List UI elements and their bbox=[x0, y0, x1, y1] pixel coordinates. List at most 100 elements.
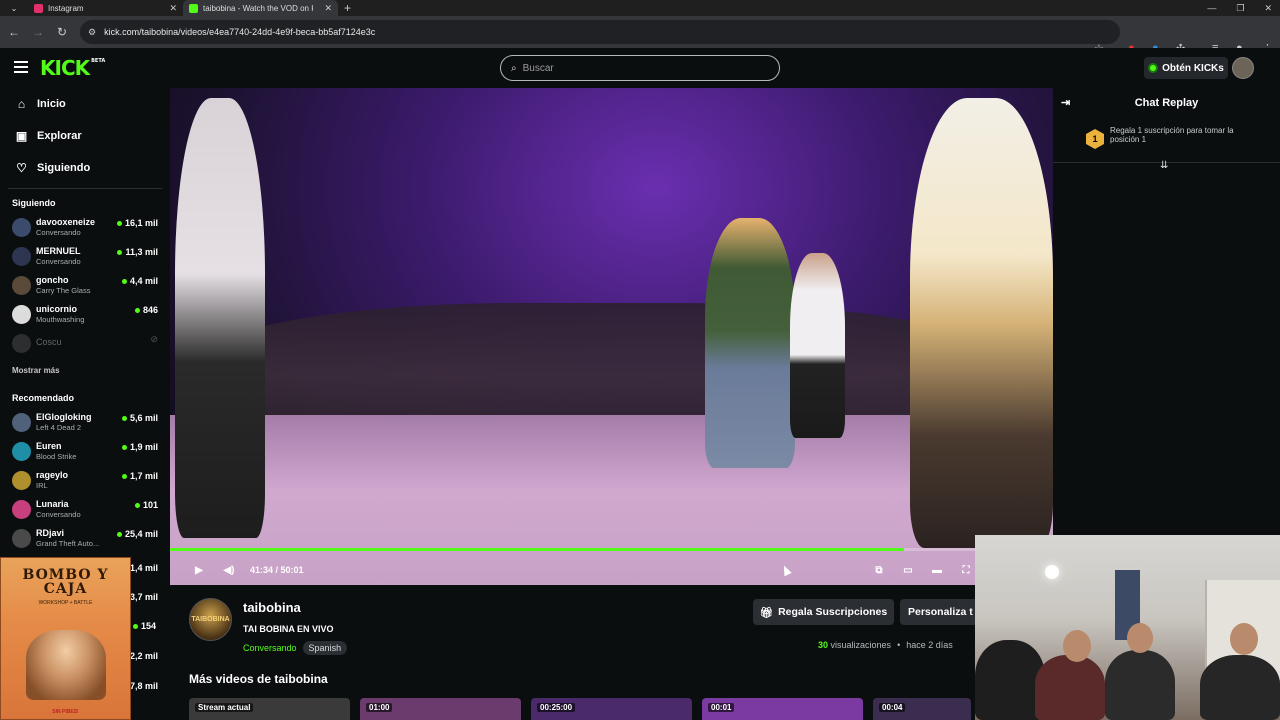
reload-icon[interactable]: ↻ bbox=[50, 25, 74, 39]
site-header: KICK BETA ⌕ Buscar Obtén KICKs bbox=[0, 48, 1280, 88]
close-icon[interactable]: ✕ bbox=[324, 3, 332, 14]
following-channel[interactable]: MERNUEL Conversando 11,3 mil bbox=[0, 242, 170, 271]
collapse-chat-icon[interactable]: ⇥ bbox=[1061, 96, 1070, 109]
tab-instagram[interactable]: Instagram ✕ bbox=[28, 0, 183, 16]
video-thumbnail[interactable]: Stream actual bbox=[189, 698, 350, 720]
webcam-face bbox=[1127, 623, 1153, 653]
show-more-link[interactable]: Mostrar más bbox=[0, 358, 170, 384]
video-thumbnail[interactable]: 00:04 bbox=[873, 698, 971, 720]
poster-title: BOMBO Y CAJA bbox=[22, 567, 109, 597]
viewer-count: 101 bbox=[134, 500, 158, 510]
close-icon[interactable]: ✕ bbox=[169, 3, 177, 14]
viewer-count: 11,3 mil bbox=[117, 247, 158, 257]
tab-search-button[interactable]: ⌄ bbox=[0, 4, 28, 13]
language-tag[interactable]: Spanish bbox=[302, 641, 348, 655]
recommended-channel[interactable]: Lunaria Conversando 101 bbox=[0, 495, 170, 524]
recommended-section-title: Recomendado bbox=[12, 393, 75, 403]
fullscreen-icon[interactable]: ⛶ bbox=[959, 563, 973, 577]
video-controls: ▶ ◀) 41:34 / 50:01 ⧉ ▭ ▬ ⛶ bbox=[170, 558, 1053, 582]
address-bar[interactable]: ⚙ kick.com/taibobina/videos/e4ea7740-24d… bbox=[80, 20, 1120, 44]
chat-panel: ⇥ Chat Replay 1 Regala 1 suscripción par… bbox=[1053, 88, 1280, 540]
volume-icon[interactable]: ◀) bbox=[222, 563, 236, 577]
home-icon: ⌂ bbox=[17, 97, 26, 111]
kicks-coin-icon bbox=[1148, 63, 1159, 73]
following-channel[interactable]: goncho Carry The Glass 4,4 mil bbox=[0, 271, 170, 300]
viewer-count: 1,7 mil bbox=[121, 471, 158, 481]
recommended-channel[interactable]: ElGlogloking Left 4 Dead 2 5,6 mil bbox=[0, 408, 170, 437]
thumbnail-label: 00:01 bbox=[708, 703, 735, 712]
user-avatar[interactable] bbox=[1232, 57, 1254, 79]
restore-icon[interactable]: ❐ bbox=[1236, 3, 1244, 14]
sidebar-item-explorar[interactable]: ▣ Explorar bbox=[0, 120, 170, 152]
avatar bbox=[12, 442, 31, 461]
chat-header: ⇥ Chat Replay bbox=[1053, 88, 1280, 118]
live-dot-icon bbox=[133, 623, 138, 629]
more-videos-title: Más videos de taibobina bbox=[189, 672, 328, 686]
video-thumbnail[interactable]: 00:01 bbox=[702, 698, 863, 720]
beta-badge: BETA bbox=[91, 58, 106, 64]
channel-meta: taibobina TAI BOBINA EN VIVO Conversando… bbox=[243, 600, 348, 655]
recommended-channel[interactable]: Euren Blood Strike 1,9 mil bbox=[0, 437, 170, 466]
viewer-count: 1,9 mil bbox=[121, 442, 158, 452]
sidebar-item-inicio[interactable]: ⌂ Inicio bbox=[0, 88, 170, 120]
poster-footer: SIN PIBES! bbox=[52, 709, 79, 715]
play-icon[interactable]: ▶ bbox=[192, 563, 206, 577]
following-channel-offline[interactable]: Coscu ⊘ bbox=[0, 329, 170, 358]
window-controls: — ❐ ✕ bbox=[1207, 0, 1272, 16]
viewer-count: 154 bbox=[133, 621, 156, 631]
site-info-icon[interactable]: ⚙ bbox=[88, 27, 96, 38]
stream-title: TAI BOBINA EN VIVO bbox=[243, 624, 334, 634]
webcam-overlay bbox=[975, 535, 1280, 720]
views-count: 30 bbox=[818, 640, 829, 650]
channel-category: IRL bbox=[36, 481, 48, 490]
clip-icon[interactable]: ⧉ bbox=[872, 563, 886, 577]
avatar bbox=[12, 218, 31, 237]
customize-label: Personaliza t bbox=[908, 606, 973, 618]
progress-fill bbox=[170, 548, 904, 551]
menu-icon[interactable] bbox=[14, 61, 28, 73]
new-tab-button[interactable]: + bbox=[338, 1, 357, 15]
video-player[interactable]: ▶ ◀) 41:34 / 50:01 ⧉ ▭ ▬ ⛶ bbox=[170, 88, 1053, 585]
more-videos-row: Stream actual 01:00 00:25:00 00:01 00:04 bbox=[189, 698, 971, 720]
live-dot-icon bbox=[134, 502, 140, 508]
viewer-count: 4,4 mil bbox=[121, 276, 158, 286]
tab-kick[interactable]: taibobina - Watch the VOD on Kick ✕ bbox=[183, 0, 338, 16]
avatar bbox=[12, 305, 31, 324]
following-section-title: Siguiendo bbox=[12, 198, 56, 208]
channel-category: Grand Theft Auto... bbox=[36, 539, 100, 548]
search-input[interactable]: ⌕ Buscar bbox=[500, 55, 780, 81]
poster-subtitle: WORKSHOP + BATTLE bbox=[38, 600, 93, 606]
miniplayer-icon[interactable]: ▭ bbox=[901, 563, 915, 577]
get-kicks-button[interactable]: Obtén KICKs bbox=[1144, 57, 1228, 79]
category-link[interactable]: Conversando bbox=[243, 643, 297, 653]
recommended-channel[interactable]: rageylo IRL 1,7 mil bbox=[0, 466, 170, 495]
sidebar-item-siguiendo[interactable]: ♡ Siguiendo bbox=[0, 152, 170, 184]
webcam-face bbox=[1063, 630, 1091, 662]
kick-logo[interactable]: KICK BETA bbox=[40, 56, 105, 80]
channel-avatar[interactable]: TAIBOBINA bbox=[189, 598, 232, 641]
expand-leaderboard-icon[interactable]: ⇊ bbox=[1160, 160, 1168, 171]
close-window-icon[interactable]: ✕ bbox=[1264, 3, 1272, 14]
gift-leaderboard[interactable]: 1 Regala 1 suscripción para tomar la pos… bbox=[1053, 126, 1280, 156]
viewer-count: 7,8 mil bbox=[130, 681, 159, 691]
theater-icon[interactable]: ▬ bbox=[930, 563, 944, 577]
viewer-count: 16,1 mil bbox=[116, 218, 158, 228]
gift-subs-button[interactable]: 🎁︎ Regala Suscripciones bbox=[753, 599, 894, 625]
kick-icon bbox=[189, 3, 198, 13]
live-dot-icon bbox=[134, 307, 140, 313]
webcam-person bbox=[1105, 650, 1175, 720]
video-thumbnail[interactable]: 00:25:00 bbox=[531, 698, 692, 720]
following-channel[interactable]: davooxeneize Conversando 16,1 mil bbox=[0, 213, 170, 242]
back-icon[interactable]: ← bbox=[2, 25, 26, 39]
channel-name[interactable]: taibobina bbox=[243, 600, 347, 615]
customize-button[interactable]: Personaliza t bbox=[900, 599, 975, 625]
recommended-channel[interactable]: RDjavi Grand Theft Auto... 25,4 mil bbox=[0, 524, 170, 553]
viewer-count: 25,4 mil bbox=[116, 529, 158, 539]
progress-bar[interactable] bbox=[170, 548, 1053, 551]
stream-category-row: Conversando Spanish bbox=[243, 641, 348, 655]
forward-icon[interactable]: → bbox=[26, 25, 50, 39]
sidebar-item-label: Explorar bbox=[37, 130, 82, 142]
minimize-icon[interactable]: — bbox=[1207, 3, 1216, 13]
video-thumbnail[interactable]: 01:00 bbox=[360, 698, 521, 720]
following-channel[interactable]: unicornio Mouthwashing 846 bbox=[0, 300, 170, 329]
